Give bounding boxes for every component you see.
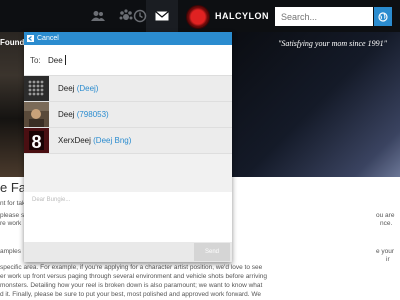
friends-icon[interactable] xyxy=(90,8,106,24)
panel-header: Cancel xyxy=(24,32,232,45)
suggestion-label: XerxDeej (Deej Bng) xyxy=(58,136,131,145)
recipient-row: To: xyxy=(24,45,232,76)
search-button[interactable] xyxy=(374,7,392,26)
top-nav: HALCYLON xyxy=(0,0,400,32)
suggestion-name: Deej xyxy=(58,84,75,93)
grid-avatar-icon xyxy=(24,76,49,101)
to-label: To: xyxy=(30,56,41,65)
article-line: specific area. For example, if you're ap… xyxy=(0,264,263,271)
article-line: ou are xyxy=(376,212,395,219)
article-line: ir xyxy=(386,256,390,263)
messages-icon[interactable] xyxy=(154,8,170,24)
cancel-label: Cancel xyxy=(37,35,59,42)
hero-image-right xyxy=(232,32,400,177)
article-line: nce. xyxy=(380,220,393,227)
article-line: er work up front versus paging through s… xyxy=(0,273,268,280)
recipient-suggestion[interactable]: Deej (798053) xyxy=(24,102,232,128)
text-cursor xyxy=(65,55,66,65)
message-body-input[interactable] xyxy=(24,192,232,242)
number-8-avatar-icon: 8 xyxy=(24,128,49,153)
send-button[interactable]: Send xyxy=(194,243,230,261)
suggestion-name: Deej xyxy=(58,110,75,119)
article-line: d it. Finally, please be sure to put you… xyxy=(0,291,261,298)
svg-text:8: 8 xyxy=(31,132,41,152)
article-line: e your xyxy=(376,248,395,255)
recipient-suggestion[interactable]: 8 XerxDeej (Deej Bng) xyxy=(24,128,232,154)
recipient-input[interactable] xyxy=(46,51,108,69)
suggestion-handle: (Deej Bng) xyxy=(93,136,132,145)
article-line: monsters. Detailing how your reel is bro… xyxy=(0,282,263,289)
globe-search-icon xyxy=(378,11,388,22)
suggestion-label: Deej (798053) xyxy=(58,110,109,119)
username[interactable]: HALCYLON xyxy=(215,11,269,21)
article-line: nt for tak xyxy=(0,200,26,207)
recipient-suggestion[interactable]: Deej (Deej) xyxy=(24,76,232,102)
article-line: re work xyxy=(0,220,22,227)
back-arrow-icon xyxy=(27,35,34,42)
suggestion-label: Deej (Deej) xyxy=(58,84,98,93)
search-input[interactable] xyxy=(275,7,373,26)
page-heading-fragment: Found xyxy=(0,38,25,47)
hero-image-left xyxy=(0,32,24,177)
suggestion-handle: (798053) xyxy=(76,110,109,119)
user-tagline: "Satisfying your mom since 1991" xyxy=(278,39,387,48)
suggestion-handle: (Deej) xyxy=(76,84,99,93)
user-avatar[interactable] xyxy=(186,5,210,29)
photo-avatar-icon xyxy=(24,102,49,127)
article-line: amples xyxy=(0,248,21,255)
cancel-button[interactable]: Cancel xyxy=(27,34,59,43)
activity-icon-svg xyxy=(124,8,147,24)
suggestion-name: XerxDeej xyxy=(58,136,91,145)
new-message-panel: Cancel To: Deej (Deej) xyxy=(24,32,232,262)
article-line: please s xyxy=(0,212,25,219)
